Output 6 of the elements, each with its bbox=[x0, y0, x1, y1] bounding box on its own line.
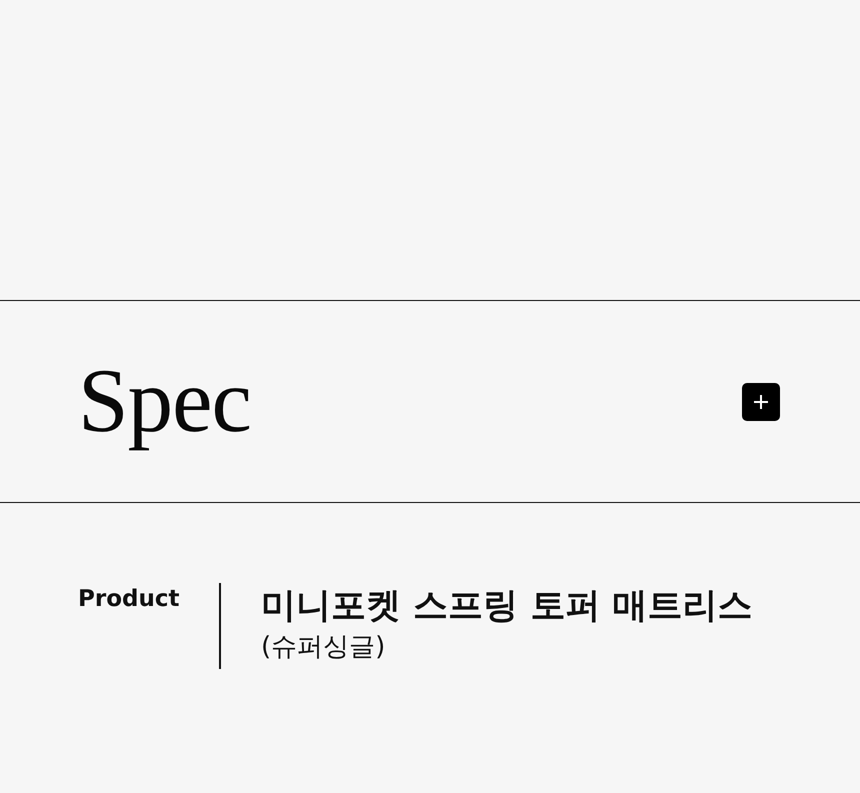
expand-button[interactable] bbox=[742, 382, 780, 420]
product-name: 미니포켓 스프링 토퍼 매트리스 bbox=[261, 585, 753, 627]
spec-label: Product bbox=[78, 585, 180, 611]
plus-icon bbox=[754, 394, 768, 408]
product-variant: (슈퍼싱글) bbox=[261, 631, 386, 664]
section-title: Spec bbox=[78, 355, 251, 448]
